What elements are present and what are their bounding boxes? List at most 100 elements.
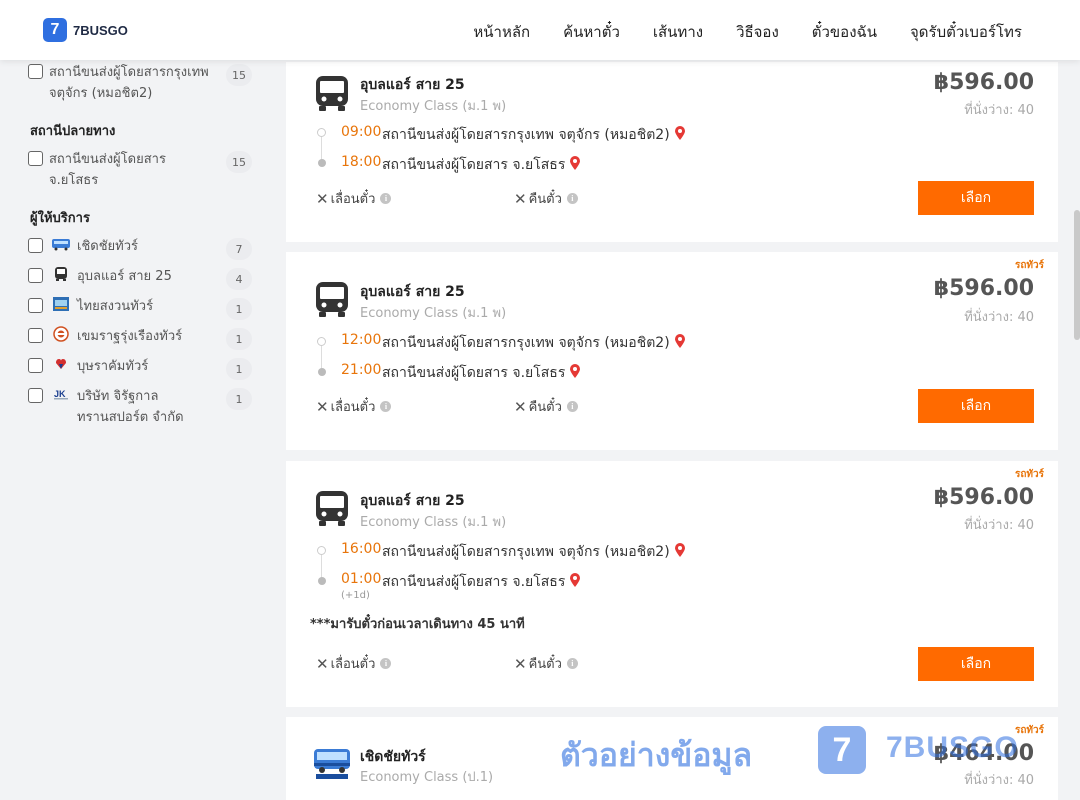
ticket-price: ฿596.00: [933, 485, 1034, 510]
select-trip-button[interactable]: เลือก: [918, 389, 1034, 423]
nav-my-tickets[interactable]: ตั๋วของฉัน: [812, 20, 877, 44]
filter-operator-cherdchai[interactable]: เชิดชัยทัวร์ 7: [28, 236, 260, 266]
map-pin-icon[interactable]: [569, 363, 581, 379]
scrollbar-thumb[interactable]: [1074, 210, 1080, 340]
policy-label: คืนตั๋ว: [528, 657, 562, 672]
filter-operator-khemarat[interactable]: เขมราฐรุ่งเรืองทัวร์ 1: [28, 326, 260, 356]
nav-home[interactable]: หน้าหลัก: [473, 20, 530, 44]
checkbox[interactable]: [28, 268, 43, 283]
filter-count: 1: [226, 388, 252, 410]
khemarat-logo-icon: [51, 326, 71, 342]
cross-icon: ✕: [514, 654, 527, 673]
main-nav: หน้าหลัก ค้นหาตั๋ว เส้นทาง วิธีจอง ตั๋วข…: [440, 20, 1022, 44]
filter-count: 7: [226, 238, 252, 260]
operator-name: อุบลแอร์ สาย 25: [360, 284, 465, 300]
checkbox[interactable]: [28, 151, 43, 166]
filter-arrival-station[interactable]: สถานีขนส่งผู้โดยสาร จ.ยโสธร 15: [28, 149, 260, 191]
busarakham-logo-icon: [51, 356, 71, 372]
filter-operator-jk[interactable]: JK บริษัท จิรัฐกาล ทรานสปอร์ต จำกัด 1: [28, 386, 260, 428]
station-name: สถานีขนส่งผู้โดยสาร จ.ยโสธร: [382, 365, 566, 381]
operator-name: อุบลแอร์ สาย 25: [360, 493, 465, 509]
checkbox[interactable]: [28, 64, 43, 79]
station-name: สถานีขนส่งผู้โดยสาร จ.ยโสธร: [382, 157, 566, 173]
cross-icon: ✕: [316, 654, 329, 673]
checkbox[interactable]: [28, 328, 43, 343]
page-scrollbar[interactable]: [1072, 60, 1080, 800]
ticket-price: ฿596.00: [933, 70, 1034, 95]
watermark-text: ตัวอย่างข้อมูล: [560, 736, 753, 774]
ticket-price: ฿596.00: [933, 276, 1034, 301]
info-icon[interactable]: i: [566, 193, 578, 204]
watermark-logo: 7: [818, 726, 866, 774]
logo-mark: 7: [43, 18, 67, 42]
cherdchai-logo-icon: [314, 749, 350, 779]
filter-label: อุบลแอร์ สาย 25: [77, 269, 172, 284]
nav-search-tickets[interactable]: ค้นหาตั๋ว: [563, 20, 620, 44]
map-pin-icon[interactable]: [569, 572, 581, 588]
seat-class: Economy Class (ม.1 พ): [360, 515, 507, 530]
watermark-brand: 7BUSGO: [886, 731, 1019, 764]
checkbox[interactable]: [28, 238, 43, 253]
info-icon[interactable]: i: [380, 193, 392, 204]
arrival-section-title: สถานีปลายทาง: [30, 124, 116, 139]
filter-label: ไทยสงวนทัวร์: [77, 299, 154, 314]
departure-time: 12:00: [341, 332, 382, 348]
filter-count: 15: [226, 64, 252, 86]
operator-name: อุบลแอร์ สาย 25: [360, 77, 465, 93]
timeline-line: [321, 136, 322, 160]
refund-policy: ✕ คืนตั๋ว i: [514, 653, 578, 674]
nav-routes[interactable]: เส้นทาง: [653, 20, 703, 44]
map-pin-icon[interactable]: [674, 333, 686, 349]
select-trip-button[interactable]: เลือก: [918, 181, 1034, 215]
departure-station: สถานีขนส่งผู้โดยสารกรุงเทพ จตุจักร (หมอช…: [382, 541, 686, 563]
bus-icon: [51, 266, 71, 282]
nav-how-to-book[interactable]: วิธีจอง: [736, 20, 779, 44]
bus-icon: [314, 280, 350, 318]
filter-label: เขมราฐรุ่งเรืองทัวร์: [77, 329, 183, 344]
info-icon[interactable]: i: [566, 658, 578, 669]
station-name: สถานีขนส่งผู้โดยสารกรุงเทพ จตุจักร (หมอช…: [382, 544, 670, 560]
arrival-station: สถานีขนส่งผู้โดยสาร จ.ยโสธร: [382, 571, 581, 593]
checkbox[interactable]: [28, 358, 43, 373]
arrival-dot: [318, 159, 326, 167]
top-header: 7 7BUSGO หน้าหลัก ค้นหาตั๋ว เส้นทาง วิธี…: [0, 0, 1080, 60]
filter-sidebar: สถานีขนส่งผู้โดยสารกรุงเทพ จตุจักร (หมอช…: [28, 60, 260, 428]
filter-label: สถานีขนส่งผู้โดยสารกรุงเทพ จตุจักร (หมอช…: [49, 65, 209, 101]
map-pin-icon[interactable]: [569, 155, 581, 171]
filter-label: เชิดชัยทัวร์: [77, 239, 139, 254]
filter-label: บริษัท จิรัฐกาล ทรานสปอร์ต จำกัด: [77, 389, 184, 425]
info-icon[interactable]: i: [380, 658, 392, 669]
filter-operator-thaisanguan[interactable]: ไทยสงวนทัวร์ 1: [28, 296, 260, 326]
departure-dot: [317, 546, 326, 555]
info-icon[interactable]: i: [566, 401, 578, 412]
operator-name: เชิดชัยทัวร์: [360, 749, 426, 765]
brand-logo[interactable]: 7 7BUSGO: [43, 18, 128, 42]
filter-departure-station[interactable]: สถานีขนส่งผู้โดยสารกรุงเทพ จตุจักร (หมอช…: [28, 62, 260, 104]
filter-operator-ubonair[interactable]: อุบลแอร์ สาย 25 4: [28, 266, 260, 296]
map-pin-icon[interactable]: [674, 125, 686, 141]
pickup-notice: ***มารับตั๋วก่อนเวลาเดินทาง 45 นาที: [310, 617, 525, 632]
bus-icon: [314, 74, 350, 112]
checkbox[interactable]: [28, 388, 43, 403]
coach-tag: รถทัวร์: [1014, 725, 1044, 736]
cross-icon: ✕: [316, 397, 329, 416]
filter-count: 1: [226, 358, 252, 380]
select-trip-button[interactable]: เลือก: [918, 647, 1034, 681]
bus-icon: [314, 489, 350, 527]
arrival-time: 18:00: [341, 154, 382, 170]
filter-operator-busarakham[interactable]: บุษราคัมทัวร์ 1: [28, 356, 260, 386]
checkbox[interactable]: [28, 298, 43, 313]
station-name: สถานีขนส่งผู้โดยสารกรุงเทพ จตุจักร (หมอช…: [382, 127, 670, 143]
info-icon[interactable]: i: [380, 401, 392, 412]
arrival-time: 01:00: [341, 571, 382, 587]
reschedule-policy: ✕ เลื่อนตั๋ว i: [316, 396, 392, 417]
trip-card: อุบลแอร์ สาย 25 Economy Class (ม.1 พ) ฿5…: [286, 62, 1058, 242]
seats-available: ที่นั่งว่าง: 40: [964, 103, 1034, 118]
arrival-dot: [318, 577, 326, 585]
seats-available: ที่นั่งว่าง: 40: [964, 518, 1034, 533]
station-name: สถานีขนส่งผู้โดยสารกรุงเทพ จตุจักร (หมอช…: [382, 335, 670, 351]
nav-pickup-points[interactable]: จุดรับตั๋วเบอร์โทร: [910, 20, 1022, 44]
thaisanguan-logo-icon: [51, 296, 71, 312]
map-pin-icon[interactable]: [674, 542, 686, 558]
operators-section-title: ผู้ให้บริการ: [30, 211, 90, 226]
